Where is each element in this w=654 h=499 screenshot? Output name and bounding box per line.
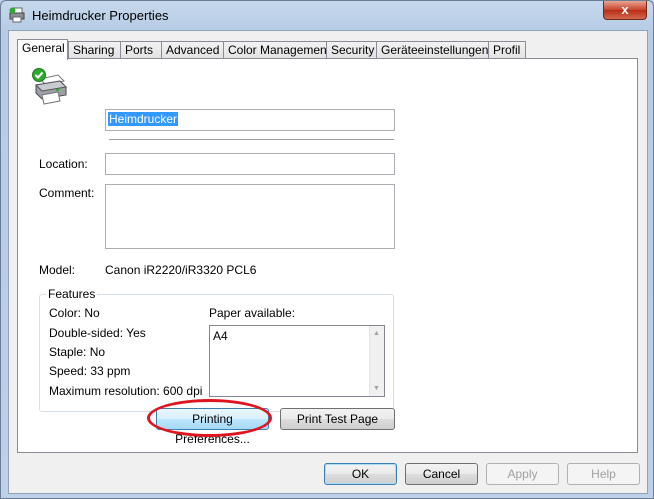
features-group: Features Color: No Double-sided: Yes Sta… [39,287,394,412]
tab-geraeteeinstellungen[interactable]: Geräteeinstellungen [376,41,489,58]
comment-field[interactable] [105,184,395,249]
tab-general[interactable]: General [17,39,68,60]
printer-title-icon [9,7,25,23]
window-title: Heimdrucker Properties [32,8,169,23]
features-title: Features [46,287,98,301]
model-label: Model: [39,263,76,277]
help-button[interactable]: Help [567,463,640,485]
paper-scrollbar[interactable]: ▲ ▼ [369,326,384,396]
close-button[interactable]: x [603,1,647,20]
paper-listbox[interactable]: A4 ▲ ▼ [209,325,385,397]
scroll-up-icon[interactable]: ▲ [373,330,380,337]
feature-staple: Staple: No [49,345,106,359]
tab-ports[interactable]: Ports [120,41,162,58]
printer-name-value: Heimdrucker [108,112,179,126]
comment-label: Comment: [39,186,95,200]
check-icon [32,68,46,82]
feature-color: Color: No [49,306,100,320]
properties-window: Heimdrucker Properties x General Sharing… [0,0,654,499]
cancel-button[interactable]: Cancel [405,463,478,485]
paper-item[interactable]: A4 [213,329,228,343]
close-icon: x [621,2,629,17]
apply-button[interactable]: Apply [486,463,559,485]
paper-available-label: Paper available: [209,306,296,320]
general-tab-panel: Heimdrucker Location: Comment: Model: Ca… [17,58,638,453]
dialog-client: General Sharing Ports Advanced Color Man… [8,30,648,494]
scroll-down-icon[interactable]: ▼ [373,385,380,392]
tab-security[interactable]: Security [326,41,377,58]
feature-double-sided: Double-sided: Yes [49,326,146,340]
separator [109,139,394,140]
tab-advanced[interactable]: Advanced [161,41,224,58]
tab-color-management[interactable]: Color Management [223,41,330,58]
model-value: Canon iR2220/iR3320 PCL6 [105,263,257,277]
location-label: Location: [39,157,88,171]
print-test-page-button[interactable]: Print Test Page [280,408,395,430]
location-field[interactable] [105,153,395,175]
tab-sharing[interactable]: Sharing [68,41,121,58]
title-bar[interactable]: Heimdrucker Properties x [1,1,653,31]
feature-max-resolution: Maximum resolution: 600 dpi [49,384,203,398]
feature-speed: Speed: 33 ppm [49,364,131,378]
ok-button[interactable]: OK [324,463,397,485]
printing-preferences-button[interactable]: Printing Preferences... [156,408,269,446]
printer-name-field[interactable]: Heimdrucker [105,109,395,131]
tab-profil[interactable]: Profil [488,41,526,58]
